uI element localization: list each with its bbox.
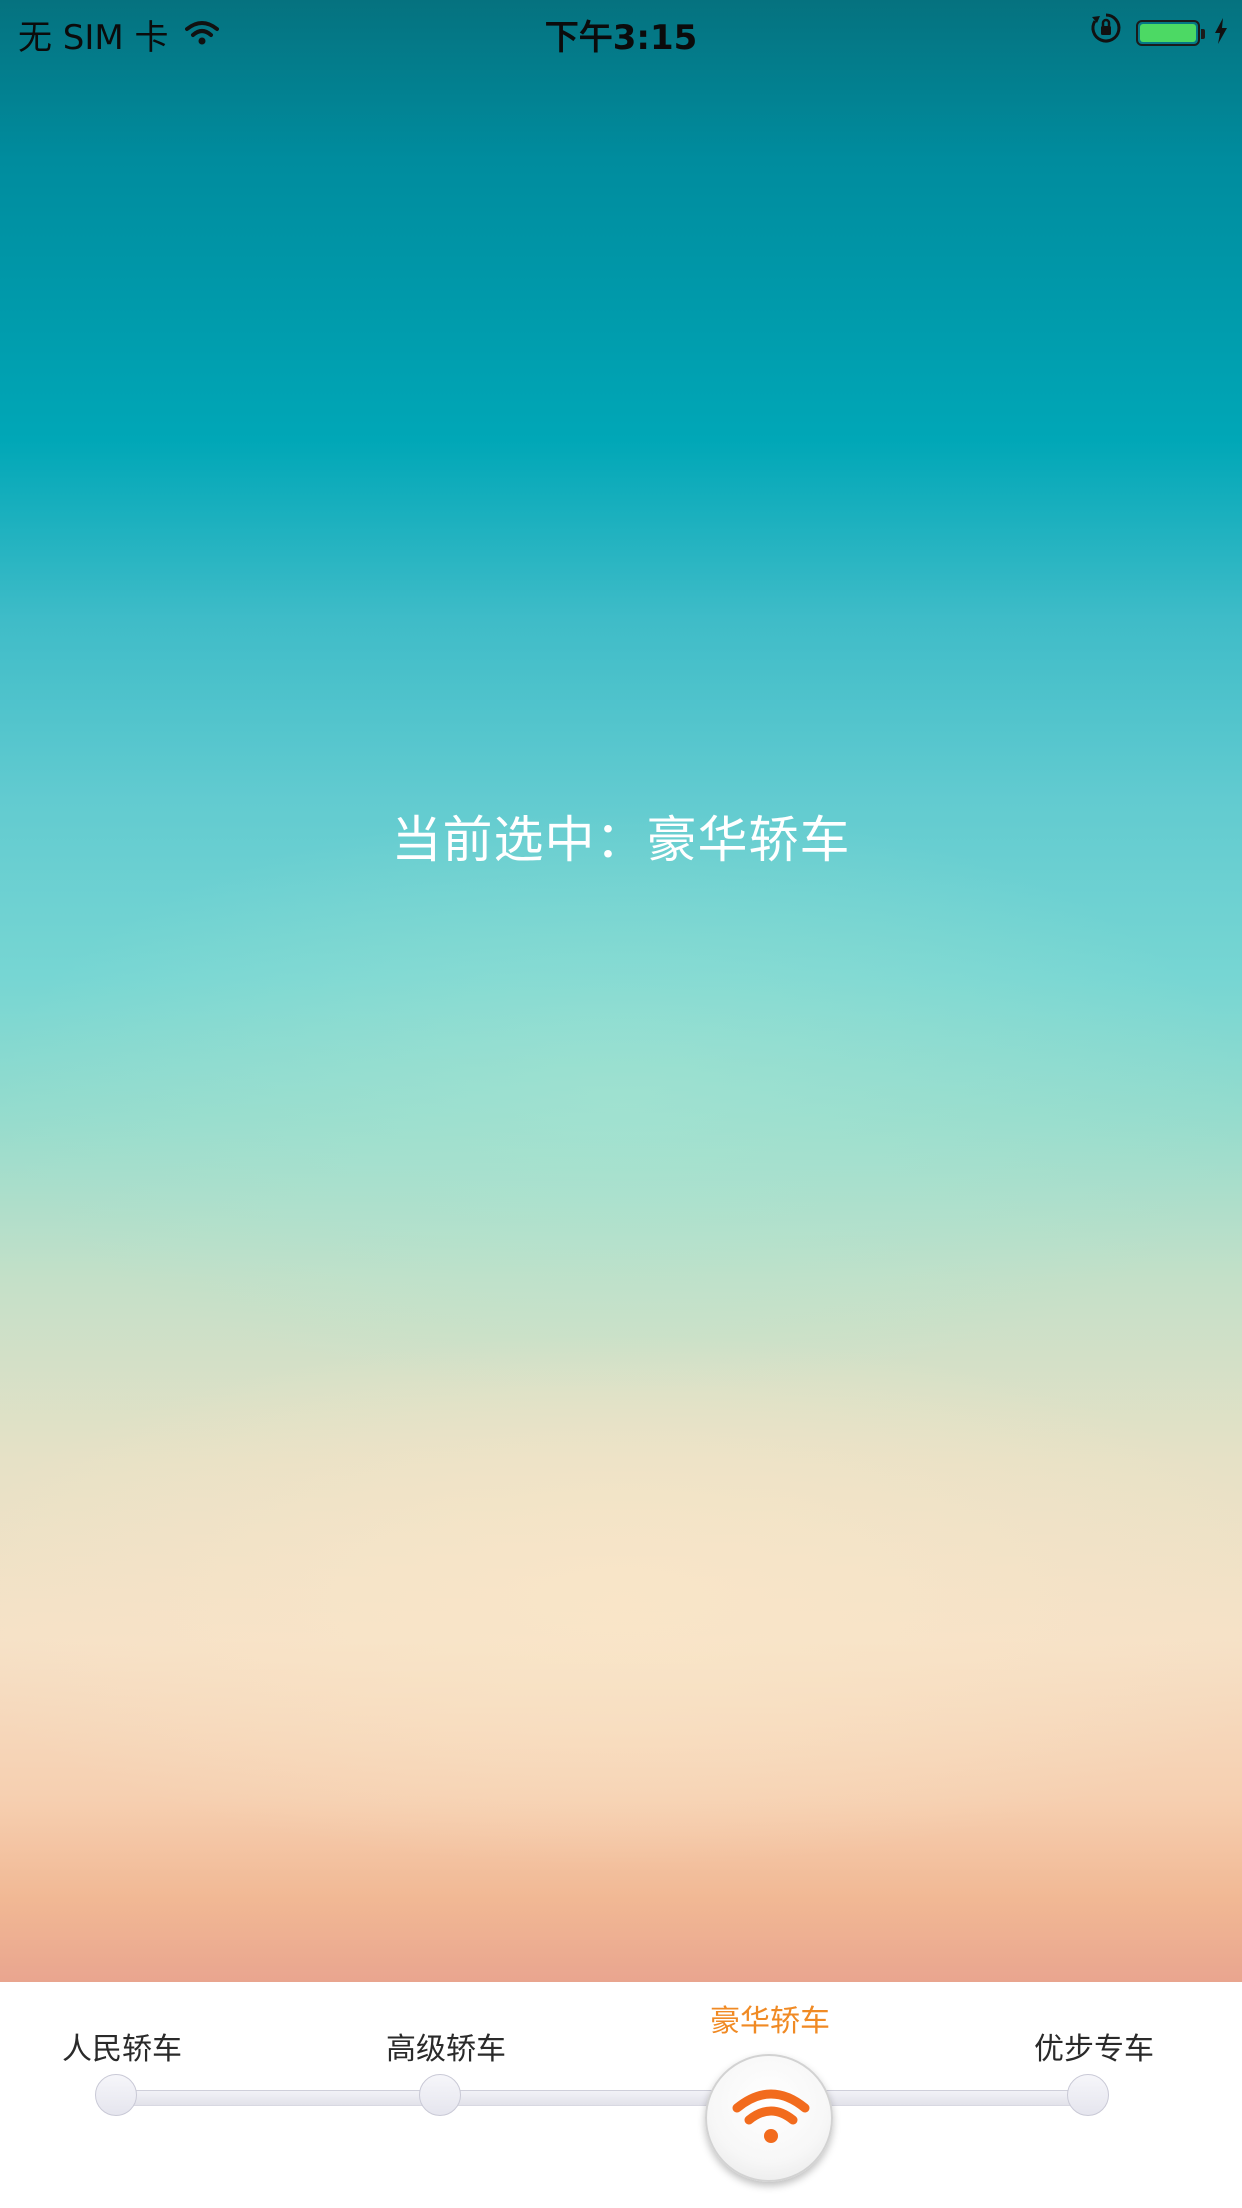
- selector-track[interactable]: [116, 2090, 1088, 2106]
- option-label-uber-black[interactable]: 优步专车: [1034, 2024, 1154, 2068]
- option-label-luxury-sedan[interactable]: 豪华轿车: [710, 1996, 830, 2040]
- option-dot-premium-sedan[interactable]: [419, 2074, 461, 2116]
- ride-type-selector: 人民轿车 高级轿车 豪华轿车 优步专车: [0, 1982, 1242, 2208]
- rotation-lock-icon: [1090, 12, 1122, 53]
- wifi-icon: [732, 2089, 810, 2143]
- selector-knob[interactable]: [705, 2054, 833, 2182]
- option-dot-uber-black[interactable]: [1067, 2074, 1109, 2116]
- selection-status: 当前选中：豪华轿车: [0, 800, 1242, 872]
- background-gradient: [0, 0, 1242, 1982]
- clock: 下午3:15: [544, 18, 698, 58]
- status-right: [1090, 12, 1228, 53]
- status-bar: 无 SIM 卡 下午3:15: [0, 0, 1242, 60]
- selection-value: 豪华轿车: [646, 811, 851, 869]
- charging-icon: [1214, 13, 1228, 53]
- battery-icon: [1136, 19, 1205, 46]
- option-label-people-sedan[interactable]: 人民轿车: [62, 2024, 182, 2068]
- option-dot-people-sedan[interactable]: [95, 2074, 137, 2116]
- option-label-premium-sedan[interactable]: 高级轿车: [386, 2024, 506, 2068]
- selection-prefix: 当前选中：: [391, 811, 647, 869]
